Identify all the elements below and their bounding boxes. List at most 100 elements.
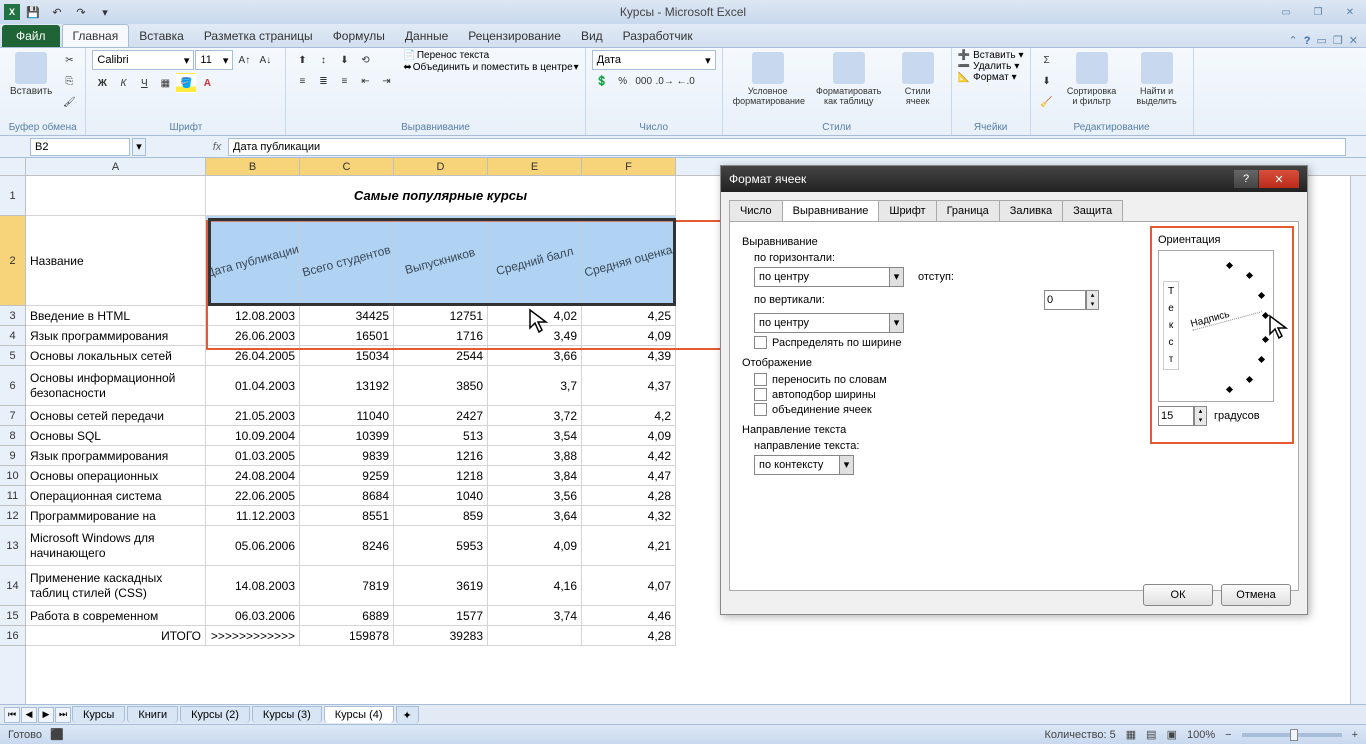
row-header-16[interactable]: 16 [0,626,25,646]
cell-A14[interactable]: Применение каскадных таблиц стилей (CSS) [26,566,206,606]
qat-dropdown-icon[interactable]: ▾ [94,2,116,22]
cell-B8[interactable]: 10.09.2004 [206,426,300,446]
orientation-vertical-text[interactable]: Текст [1163,281,1179,370]
tab-view[interactable]: Вид [571,25,613,47]
row-header-8[interactable]: 8 [0,426,25,446]
sheet-tab-Курсы[interactable]: Курсы [72,706,125,723]
dialog-help-icon[interactable]: ? [1234,170,1258,188]
cell-D11[interactable]: 1040 [394,486,488,506]
insert-cells-icon[interactable]: ➕ [958,50,970,61]
cell-E15[interactable]: 3,74 [488,606,582,626]
cell-E16[interactable] [488,626,582,646]
cell-A6[interactable]: Основы информационной безопасности [26,366,206,406]
view-normal-icon[interactable]: ▦ [1126,728,1136,741]
row-header-7[interactable]: 7 [0,406,25,426]
cell-E7[interactable]: 3,72 [488,406,582,426]
col-header-D[interactable]: D [394,158,488,175]
tab-developer[interactable]: Разработчик [613,25,703,47]
copy-icon[interactable]: ⎘ [59,71,79,91]
sheet-tab-Курсы-3-[interactable]: Курсы (3) [252,706,322,723]
row-header-5[interactable]: 5 [0,346,25,366]
cell-D5[interactable]: 2544 [394,346,488,366]
cell-C3[interactable]: 34425 [300,306,394,326]
dlg-tab-number[interactable]: Число [729,200,783,221]
format-as-table-button[interactable]: Форматировать как таблицу [810,50,888,108]
qat-redo-icon[interactable]: ↷ [70,2,92,22]
cell-C10[interactable]: 9259 [300,466,394,486]
autosum-icon[interactable]: Σ [1037,50,1057,70]
cell-F15[interactable]: 4,46 [582,606,676,626]
cell-A1[interactable] [26,176,206,216]
col-header-B[interactable]: B [206,158,300,175]
cell-E5[interactable]: 3,66 [488,346,582,366]
cell-E3[interactable]: 4,02 [488,306,582,326]
cell-C13[interactable]: 8246 [300,526,394,566]
sheet-tab-Курсы-4-[interactable]: Курсы (4) [324,706,394,723]
cell-styles-button[interactable]: Стили ячеек [891,50,945,108]
row-header-3[interactable]: 3 [0,306,25,326]
cell-E9[interactable]: 3,88 [488,446,582,466]
cell-F3[interactable]: 4,25 [582,306,676,326]
cell-D3[interactable]: 12751 [394,306,488,326]
cell-B3[interactable]: 12.08.2003 [206,306,300,326]
cell-B10[interactable]: 24.08.2004 [206,466,300,486]
bold-icon[interactable]: Ж [92,73,112,93]
align-right-icon[interactable]: ≡ [334,71,354,91]
cell-E10[interactable]: 3,84 [488,466,582,486]
row-header-13[interactable]: 13 [0,526,25,566]
dlg-tab-protection[interactable]: Защита [1062,200,1123,221]
header-col-F[interactable]: Средняя оценка [582,216,676,306]
cancel-button[interactable]: Отмена [1221,584,1291,606]
cell-D8[interactable]: 513 [394,426,488,446]
col-header-C[interactable]: C [300,158,394,175]
doc-restore-icon[interactable]: ❐ [1333,34,1343,47]
cell-D9[interactable]: 1216 [394,446,488,466]
decrease-indent-icon[interactable]: ⇤ [355,71,375,91]
cell-E4[interactable]: 3,49 [488,326,582,346]
delete-cells-icon[interactable]: ➖ [958,61,970,72]
select-all-corner[interactable] [0,158,26,176]
clear-icon[interactable]: 🧹 [1037,92,1057,112]
sheet-nav-next-icon[interactable]: ▶ [38,707,54,723]
vertical-scrollbar[interactable] [1350,176,1366,704]
row-header-1[interactable]: 1 [0,176,25,216]
cell-A11[interactable]: Операционная система [26,486,206,506]
row-header-12[interactable]: 12 [0,506,25,526]
cell-A13[interactable]: Microsoft Windows для начинающего [26,526,206,566]
border-icon[interactable]: ▦ [155,73,175,93]
header-col-B[interactable]: Дата публикации [206,216,300,306]
row-header-15[interactable]: 15 [0,606,25,626]
number-format-combo[interactable]: Дата▾ [592,50,716,70]
cell-D6[interactable]: 3850 [394,366,488,406]
restore-icon[interactable]: ❐ [1306,4,1330,20]
cell-B5[interactable]: 26.04.2005 [206,346,300,366]
qat-save-icon[interactable]: 💾 [22,2,44,22]
cell-B4[interactable]: 26.06.2003 [206,326,300,346]
conditional-formatting-button[interactable]: Условное форматирование [729,50,807,108]
cell-D4[interactable]: 1716 [394,326,488,346]
row-header-14[interactable]: 14 [0,566,25,606]
row-header-10[interactable]: 10 [0,466,25,486]
underline-icon[interactable]: Ч [134,73,154,93]
col-header-F[interactable]: F [582,158,676,175]
cell-B15[interactable]: 06.03.2006 [206,606,300,626]
formula-input[interactable]: Дата публикации [228,138,1346,156]
dlg-tab-fill[interactable]: Заливка [999,200,1063,221]
cell-B12[interactable]: 11.12.2003 [206,506,300,526]
dialog-title-bar[interactable]: Формат ячеек ? ✕ [721,166,1307,192]
sheet-nav-first-icon[interactable]: ⏮ [4,707,20,723]
name-box[interactable]: B2 [30,138,130,156]
align-bottom-icon[interactable]: ⬇ [334,50,354,70]
view-page-layout-icon[interactable]: ▤ [1146,728,1156,741]
cell-D14[interactable]: 3619 [394,566,488,606]
grow-font-icon[interactable]: A↑ [234,50,254,70]
name-box-dropdown[interactable]: ▾ [132,138,146,156]
dlg-tab-border[interactable]: Граница [936,200,1000,221]
row-header-6[interactable]: 6 [0,366,25,406]
row-header-11[interactable]: 11 [0,486,25,506]
cell-B11[interactable]: 22.06.2005 [206,486,300,506]
format-painter-icon[interactable]: 🖌 [59,92,79,112]
cell-D12[interactable]: 859 [394,506,488,526]
sheet-nav-prev-icon[interactable]: ◀ [21,707,37,723]
header-col-C[interactable]: Всего студентов [300,216,394,306]
